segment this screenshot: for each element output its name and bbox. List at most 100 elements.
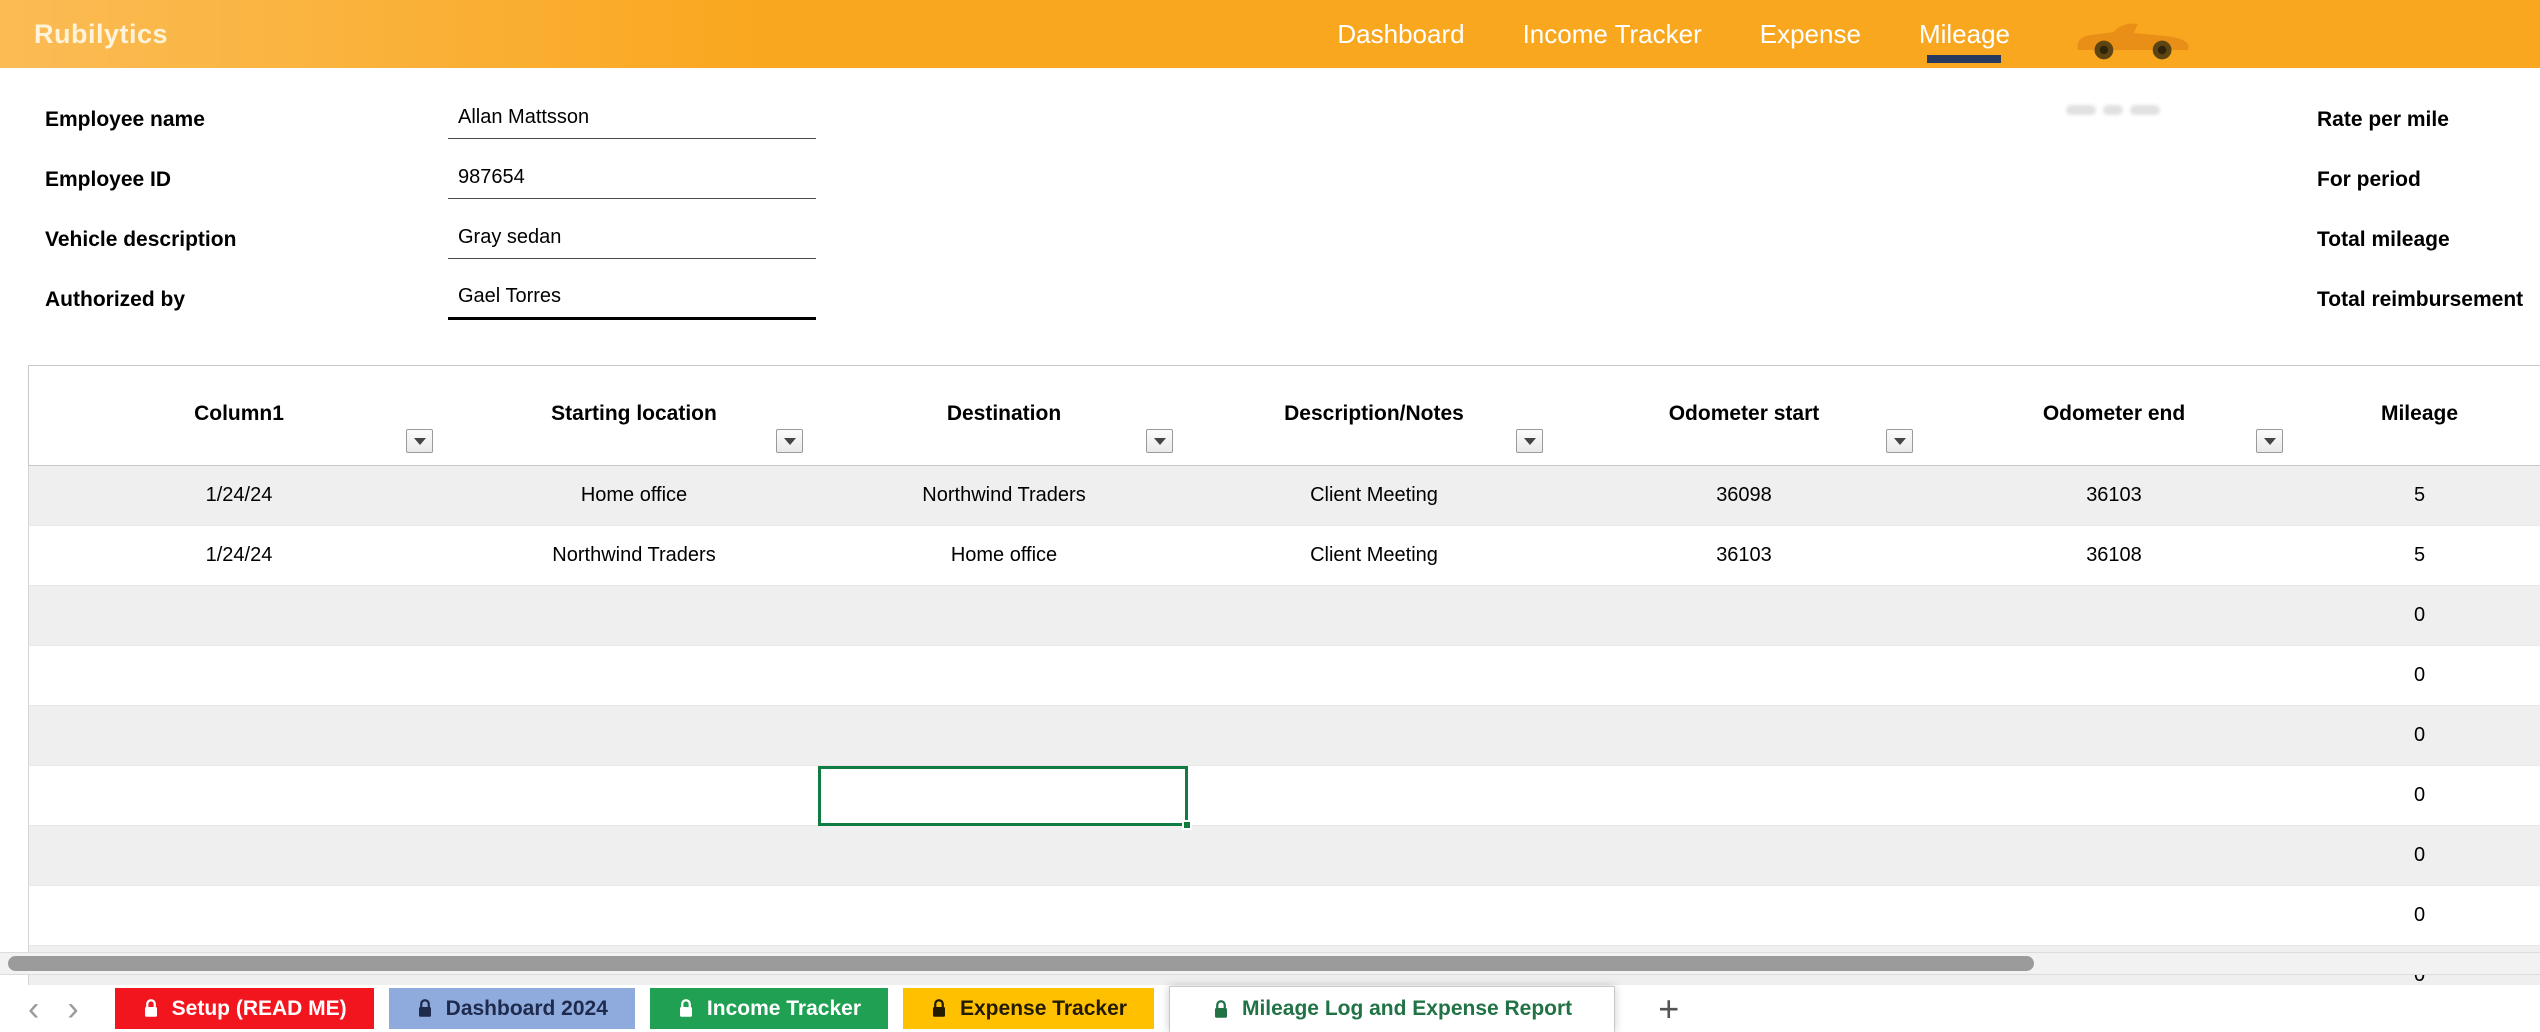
- table-cell[interactable]: [1929, 766, 2299, 825]
- table-cell[interactable]: Client Meeting: [1189, 466, 1559, 525]
- table-cell[interactable]: [819, 706, 1189, 765]
- table-cell[interactable]: 36103: [1559, 526, 1929, 585]
- table-cell[interactable]: [29, 886, 449, 945]
- table-row: 1/24/24 Home office Northwind Traders Cl…: [28, 466, 2540, 526]
- column-header-label: Odometer start: [1669, 402, 1820, 465]
- form-field-value[interactable]: 987654: [448, 161, 816, 199]
- table-cell[interactable]: 0: [2299, 646, 2540, 705]
- table-cell[interactable]: [819, 586, 1189, 645]
- table-cell[interactable]: [449, 586, 819, 645]
- table-cell[interactable]: [449, 646, 819, 705]
- table-cell[interactable]: [819, 886, 1189, 945]
- chevron-down-icon: [414, 438, 426, 445]
- filter-dropdown-button[interactable]: [1516, 429, 1543, 453]
- table-cell[interactable]: 36103: [1929, 466, 2299, 525]
- table-cell[interactable]: [1929, 586, 2299, 645]
- table-cell[interactable]: [1559, 826, 1929, 885]
- table-cell[interactable]: [29, 706, 449, 765]
- table-cell[interactable]: [1189, 886, 1559, 945]
- table-cell[interactable]: 5: [2299, 526, 2540, 585]
- column-header: Destination: [819, 366, 1189, 465]
- mileage-table: Column1 Starting location Destination: [28, 365, 2540, 1006]
- table-cell[interactable]: [1189, 766, 1559, 825]
- table-cell[interactable]: [819, 826, 1189, 885]
- form-field-label: Vehicle description: [45, 228, 236, 252]
- table-cell[interactable]: 0: [2299, 586, 2540, 645]
- table-cell[interactable]: [1189, 586, 1559, 645]
- table-row: 0: [28, 826, 2540, 886]
- filter-dropdown-button[interactable]: [2256, 429, 2283, 453]
- form-field-value[interactable]: Allan Mattsson: [448, 101, 816, 139]
- chevron-down-icon: [1524, 438, 1536, 445]
- table-cell[interactable]: [1929, 706, 2299, 765]
- table-cell[interactable]: 0: [2299, 766, 2540, 825]
- table-cell[interactable]: Home office: [449, 466, 819, 525]
- table-cell[interactable]: [1929, 646, 2299, 705]
- horizontal-scrollbar[interactable]: [0, 952, 2540, 975]
- table-cell[interactable]: [1929, 826, 2299, 885]
- table-cell[interactable]: [819, 646, 1189, 705]
- column-header-label: Mileage: [2381, 402, 2458, 465]
- nav-item[interactable]: Dashboard: [1337, 19, 1464, 50]
- table-cell[interactable]: 36108: [1929, 526, 2299, 585]
- table-cell[interactable]: [1559, 766, 1929, 825]
- table-cell[interactable]: [449, 886, 819, 945]
- column-header-label: Odometer end: [2043, 402, 2185, 465]
- scrollbar-thumb[interactable]: [8, 956, 2034, 971]
- table-cell[interactable]: 5: [2299, 466, 2540, 525]
- sheet-tab-label: Mileage Log and Expense Report: [1242, 997, 1572, 1021]
- filter-dropdown-button[interactable]: [406, 429, 433, 453]
- table-cell[interactable]: [1559, 886, 1929, 945]
- nav-item[interactable]: Expense: [1760, 19, 1861, 50]
- table-cell[interactable]: [1559, 706, 1929, 765]
- table-body: 1/24/24 Home office Northwind Traders Cl…: [28, 466, 2540, 1006]
- sheet-tab-label: Setup (READ ME): [172, 997, 347, 1021]
- table-cell[interactable]: 1/24/24: [29, 466, 449, 525]
- table-cell[interactable]: [1559, 646, 1929, 705]
- table-cell[interactable]: [449, 706, 819, 765]
- sheet-tab[interactable]: Income Tracker: [650, 988, 888, 1029]
- table-cell[interactable]: [29, 766, 449, 825]
- form-field-value[interactable]: Gael Torres: [448, 280, 816, 320]
- nav-item[interactable]: Mileage: [1919, 19, 2010, 50]
- table-cell[interactable]: Home office: [819, 526, 1189, 585]
- sheet-tab[interactable]: Expense Tracker: [903, 988, 1154, 1029]
- table-cell[interactable]: [1189, 706, 1559, 765]
- nav-item[interactable]: Income Tracker: [1523, 19, 1702, 50]
- filter-dropdown-button[interactable]: [1146, 429, 1173, 453]
- table-cell[interactable]: [1559, 586, 1929, 645]
- table-cell[interactable]: [29, 646, 449, 705]
- table-cell[interactable]: 0: [2299, 706, 2540, 765]
- lock-icon: [677, 998, 695, 1019]
- table-cell[interactable]: Client Meeting: [1189, 526, 1559, 585]
- form-field-value[interactable]: Gray sedan: [448, 221, 816, 259]
- add-sheet-button[interactable]: +: [1658, 991, 1679, 1027]
- sheet-tab-bar: ‹ › Setup (READ ME) Dashboard 2024: [0, 985, 2540, 1032]
- table-cell[interactable]: [29, 586, 449, 645]
- chevron-down-icon: [1894, 438, 1906, 445]
- sheet-tab[interactable]: Dashboard 2024: [389, 988, 635, 1029]
- table-cell[interactable]: [1189, 826, 1559, 885]
- fill-handle[interactable]: [1182, 820, 1192, 830]
- table-cell[interactable]: Northwind Traders: [449, 526, 819, 585]
- table-cell[interactable]: 0: [2299, 886, 2540, 945]
- table-cell[interactable]: [449, 766, 819, 825]
- sheet-tab[interactable]: Setup (READ ME): [115, 988, 374, 1029]
- filter-dropdown-button[interactable]: [1886, 429, 1913, 453]
- next-sheet-arrow-icon[interactable]: ›: [61, 992, 84, 1026]
- filter-dropdown-button[interactable]: [776, 429, 803, 453]
- brand-logo: Rubilytics: [34, 0, 168, 68]
- table-cell[interactable]: 36098: [1559, 466, 1929, 525]
- table-cell[interactable]: [1929, 886, 2299, 945]
- table-cell[interactable]: 0: [2299, 826, 2540, 885]
- table-cell[interactable]: 1/24/24: [29, 526, 449, 585]
- table-cell[interactable]: [29, 826, 449, 885]
- summary-label: Total mileage: [2317, 210, 2523, 270]
- table-cell[interactable]: [449, 826, 819, 885]
- chevron-down-icon: [784, 438, 796, 445]
- table-cell[interactable]: Northwind Traders: [819, 466, 1189, 525]
- table-cell[interactable]: [1189, 646, 1559, 705]
- selected-cell[interactable]: [818, 766, 1188, 826]
- sheet-tab[interactable]: Mileage Log and Expense Report: [1169, 986, 1615, 1032]
- prev-sheet-arrow-icon[interactable]: ‹: [22, 992, 45, 1026]
